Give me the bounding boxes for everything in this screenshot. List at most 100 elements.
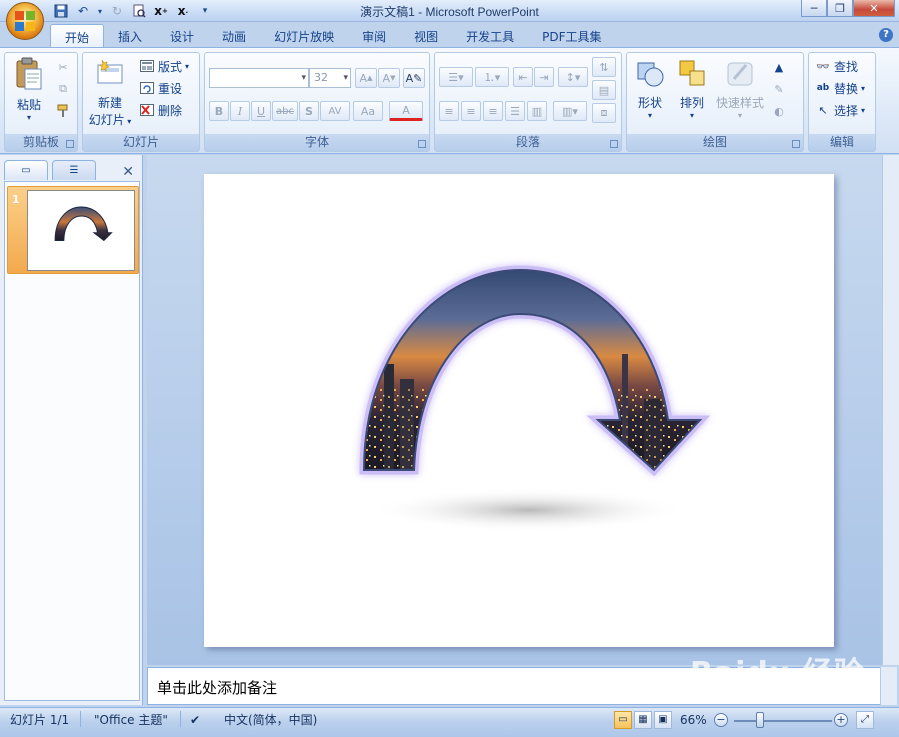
language-indicator[interactable]: 中文(简体，中国) bbox=[224, 711, 317, 729]
paste-icon bbox=[16, 57, 42, 90]
italic-button[interactable]: I bbox=[230, 101, 250, 121]
help-icon[interactable]: ? bbox=[879, 28, 893, 42]
slides-tab-icon: ▭ bbox=[21, 165, 31, 176]
clipboard-launcher-icon[interactable] bbox=[66, 140, 74, 148]
office-button[interactable] bbox=[6, 2, 44, 40]
align-text-button[interactable]: ▤ bbox=[592, 80, 616, 100]
font-color-button[interactable]: A bbox=[389, 101, 423, 121]
text-direction-button[interactable]: ⇅ bbox=[592, 57, 616, 77]
restore-button[interactable]: ❐ bbox=[827, 0, 853, 17]
cut-icon[interactable]: ✂ bbox=[55, 59, 71, 75]
font-launcher-icon[interactable] bbox=[418, 140, 426, 148]
arrange-button[interactable]: 排列 ▾ bbox=[673, 57, 711, 120]
line-spacing-button[interactable]: ↕▾ bbox=[558, 67, 588, 87]
spell-check-icon[interactable]: ✔ bbox=[190, 711, 200, 729]
paragraph-launcher-icon[interactable] bbox=[610, 140, 618, 148]
smartart-button[interactable]: ⧈ bbox=[592, 103, 616, 123]
shrink-font-button[interactable]: A ▼ bbox=[378, 68, 400, 88]
replace-button[interactable]: ab 替换 ▾ bbox=[815, 79, 865, 97]
line-spacing-icon: ↕▾ bbox=[565, 70, 581, 84]
copy-icon[interactable]: ⧉ bbox=[55, 81, 71, 97]
distribute-button[interactable]: ▥ bbox=[527, 101, 547, 121]
tab-pdf-tools[interactable]: PDF工具集 bbox=[528, 24, 615, 48]
zoom-slider-track[interactable] bbox=[734, 720, 832, 722]
tab-home[interactable]: 开始 bbox=[50, 24, 105, 48]
paste-label: 粘贴 bbox=[16, 98, 41, 112]
slides-tab[interactable]: ▭ bbox=[4, 160, 48, 180]
status-separator bbox=[180, 711, 181, 727]
bullets-button[interactable]: ☰▾ bbox=[439, 67, 473, 87]
tab-view[interactable]: 视图 bbox=[400, 24, 452, 48]
minimize-button[interactable]: ─ bbox=[801, 0, 827, 17]
tab-design[interactable]: 设计 bbox=[156, 24, 208, 48]
slides-group-label: 幻灯片 bbox=[83, 134, 199, 151]
change-case-button[interactable]: Aa bbox=[353, 101, 383, 121]
vertical-scrollbar[interactable] bbox=[882, 155, 899, 665]
quick-styles-button[interactable]: 快速样式 ▾ bbox=[715, 57, 765, 120]
columns-button[interactable]: ▥▾ bbox=[553, 101, 587, 121]
font-group: ▾ 32 ▾ A ▲ A ▼ A✎ B I U abc S AV Aa A 字体 bbox=[204, 52, 430, 152]
strikethrough-button[interactable]: abc bbox=[272, 101, 298, 121]
paste-button[interactable]: 粘贴 ▾ bbox=[11, 57, 47, 122]
columns-icon: ▥▾ bbox=[562, 104, 578, 118]
zoom-level[interactable]: 66% bbox=[680, 711, 707, 729]
arrow-reflection bbox=[369, 488, 689, 532]
align-right-button[interactable]: ≡ bbox=[483, 101, 503, 121]
slide-canvas[interactable] bbox=[204, 174, 834, 647]
bold-button[interactable]: B bbox=[209, 101, 229, 121]
shape-effects-icon[interactable]: ◐ bbox=[771, 103, 787, 119]
shapes-dropdown-icon: ▾ bbox=[647, 111, 652, 120]
drawing-group: 形状 ▾ 排列 ▾ 快速样式 ▾ ▲ ✎ ◐ 绘图 bbox=[626, 52, 804, 152]
zoom-in-button[interactable]: + bbox=[834, 713, 848, 727]
tab-slideshow[interactable]: 幻灯片放映 bbox=[260, 24, 348, 48]
select-label: 选择 bbox=[834, 103, 859, 118]
slide-thumbnail-item[interactable]: 1 bbox=[7, 186, 139, 274]
fit-to-window-button[interactable]: ⤢ bbox=[856, 711, 874, 729]
normal-view-button[interactable]: ▭ bbox=[614, 711, 632, 729]
tab-insert[interactable]: 插入 bbox=[104, 24, 156, 48]
align-left-button[interactable]: ≡ bbox=[439, 101, 459, 121]
slideshow-view-button[interactable]: ▣ bbox=[654, 711, 672, 729]
new-slide-button[interactable]: 新建 幻灯片 ▾ bbox=[87, 57, 133, 128]
select-button[interactable]: ↖ 选择 ▾ bbox=[815, 101, 865, 119]
slide-sorter-view-button[interactable]: ▦ bbox=[634, 711, 652, 729]
shape-outline-icon[interactable]: ✎ bbox=[771, 81, 787, 97]
justify-button[interactable]: ☰ bbox=[505, 101, 525, 121]
arrange-dropdown-icon: ▾ bbox=[689, 111, 694, 120]
drawing-launcher-icon[interactable] bbox=[792, 140, 800, 148]
font-size-combo[interactable]: 32 ▾ bbox=[309, 68, 351, 88]
grow-font-button[interactable]: A ▲ bbox=[355, 68, 377, 88]
delete-slide-button[interactable]: 删除 bbox=[139, 101, 182, 119]
tab-developer[interactable]: 开发工具 bbox=[452, 24, 528, 48]
format-painter-icon[interactable] bbox=[55, 103, 71, 119]
underline-button[interactable]: U bbox=[251, 101, 271, 121]
layout-button[interactable]: 版式 ▾ bbox=[139, 57, 189, 75]
find-button[interactable]: 👓 查找 bbox=[815, 57, 858, 75]
font-name-combo[interactable]: ▾ bbox=[209, 68, 309, 88]
shape-fill-icon[interactable]: ▲ bbox=[771, 59, 787, 75]
clear-formatting-button[interactable]: A✎ bbox=[403, 68, 425, 88]
text-shadow-button[interactable]: S bbox=[299, 101, 319, 121]
select-dropdown-icon: ▾ bbox=[861, 105, 866, 115]
zoom-slider-thumb[interactable] bbox=[756, 712, 764, 728]
outline-tab[interactable]: ☰ bbox=[52, 160, 96, 180]
decrease-indent-button[interactable]: ⇤ bbox=[513, 67, 533, 87]
tab-animations[interactable]: 动画 bbox=[208, 24, 260, 48]
character-spacing-button[interactable]: AV bbox=[320, 101, 350, 121]
paste-dropdown-icon: ▾ bbox=[26, 113, 31, 122]
curved-arrow-shape[interactable] bbox=[204, 174, 834, 647]
font-size-value: 32 bbox=[314, 71, 328, 84]
distribute-icon: ▥ bbox=[531, 104, 543, 118]
notes-scrollbar[interactable] bbox=[880, 667, 897, 705]
close-pane-icon[interactable]: ✕ bbox=[122, 164, 134, 180]
shapes-button[interactable]: 形状 ▾ bbox=[631, 57, 669, 120]
reset-button[interactable]: 重设 bbox=[139, 79, 182, 97]
find-label: 查找 bbox=[834, 59, 859, 74]
zoom-out-button[interactable]: − bbox=[714, 713, 728, 727]
align-center-button[interactable]: ≡ bbox=[461, 101, 481, 121]
editing-group-label: 编辑 bbox=[809, 134, 875, 151]
increase-indent-button[interactable]: ⇥ bbox=[534, 67, 554, 87]
numbering-button[interactable]: ⒈▾ bbox=[475, 67, 509, 87]
close-button[interactable]: ✕ bbox=[853, 0, 895, 17]
tab-review[interactable]: 审阅 bbox=[348, 24, 400, 48]
